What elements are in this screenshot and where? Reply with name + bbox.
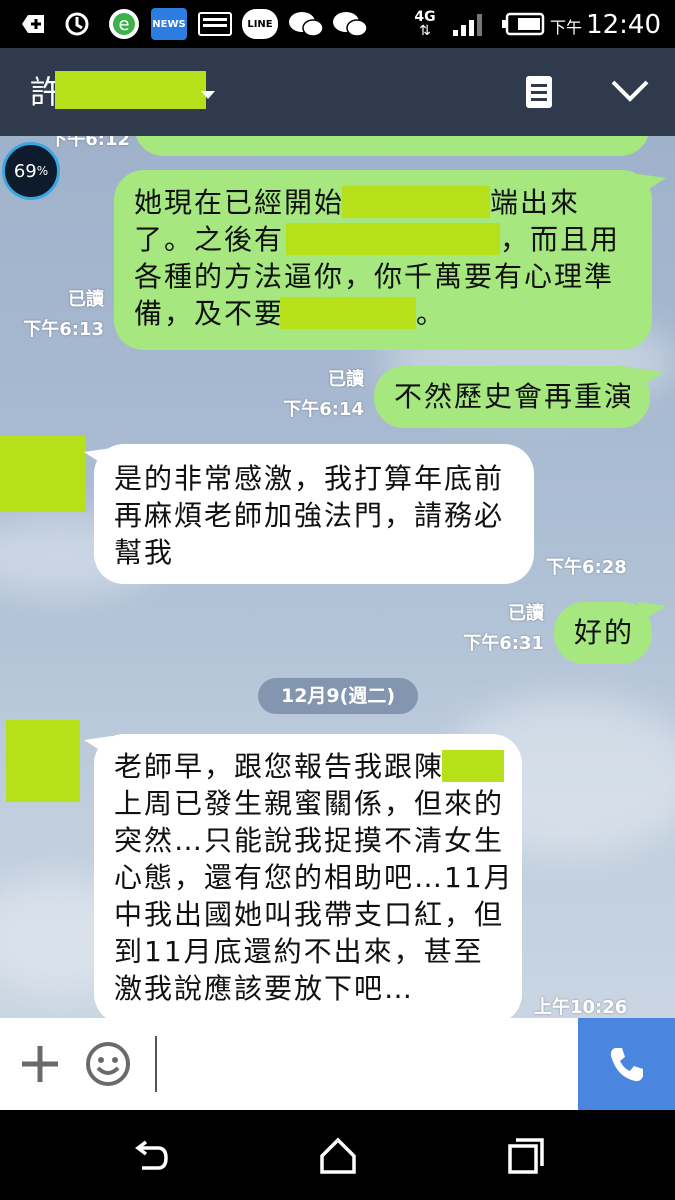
back-icon[interactable] [128,1134,172,1178]
bubble-tail [84,448,112,470]
navigation-bar [0,1110,675,1200]
signal-icon [450,8,490,40]
message-bubble-received[interactable]: 是的非常感激，我打算年底前 再麻煩老師加強法門，請務必 幫我 [94,444,534,584]
message-text: 激我說應該要放下吧… [114,972,415,1005]
redacted-name [55,71,206,109]
redacted-text [342,186,490,218]
recents-icon[interactable] [504,1134,548,1178]
message-text: 突然…只能說我捉摸不清女生 [114,824,505,857]
call-button[interactable] [578,1018,675,1110]
read-receipt: 已讀 [328,369,364,390]
redacted-text [442,750,504,782]
line-label: LINE [242,9,278,39]
bubble-tail [638,174,666,196]
wechat-icon [330,8,370,40]
message-text: 上周已發生親蜜關係，但來的 [114,787,505,820]
chat-header: 許 [0,48,675,136]
message-text: 中我出國她叫我帶支口紅，但 [114,898,505,931]
message-text: 各種的方法逼你，你千萬要有心理準 [134,260,615,293]
message-time: 下午6:31 [463,633,544,654]
message-text: 她現在已經開始 [134,186,345,219]
home-icon[interactable] [316,1134,360,1178]
message-text: 再麻煩老師加強法門，請務必 [114,499,505,532]
percent-overlay[interactable]: 69% [2,142,60,200]
message-text: 了。之後有 [134,223,285,256]
clock-ampm: 下午 [550,18,583,37]
news-icon: NEWS [150,8,188,40]
chevron-down-icon[interactable] [610,78,650,108]
message-bubble-sent[interactable]: 不然歷史會再重演 [374,366,650,428]
percent-value: 69 [13,160,37,182]
message-text: 老師早，跟您報告我跟陳 [114,750,445,783]
message-text: 備，及不要 [134,297,285,330]
dropdown-icon[interactable] [200,86,216,105]
redacted-text [280,297,416,329]
chat-area[interactable]: 下午6:12 69% 她現在已經開始 端出來 了。之後有 ，而且用 各種的方法逼… [0,136,675,1018]
clock-time: 12:40 [586,10,661,40]
message-line: 了。之後有 ，而且用 [134,221,652,258]
message-text: 。 [416,297,447,330]
emoji-icon[interactable] [84,1040,132,1088]
message-text: 幫我 [114,536,175,569]
wechat-icon [286,8,326,40]
message-input-bar [0,1018,675,1110]
message-time: 下午6:14 [283,399,364,420]
message-bubble-received[interactable]: 老師早，跟您報告我跟陳 上周已發生親蜜關係，但來的 突然…只能說我捉摸不清女生 … [94,734,522,1018]
message-bubble-sent[interactable] [134,136,650,156]
plus-icon[interactable] [18,1042,62,1086]
keyboard-icon [196,8,234,40]
message-text: 是的非常感激，我打算年底前 [114,462,505,495]
message-line: 各種的方法逼你，你千萬要有心理準 [134,258,652,295]
avatar[interactable] [0,436,86,512]
message-line: 她現在已經開始 端出來 [134,184,652,221]
battery-icon [500,8,548,40]
message-text: 心態，還有您的相助吧…11月 [114,861,514,894]
message-text: 到11月底還約不出來，甚至 [114,935,484,968]
redacted-text [286,223,500,255]
date-divider: 12月9(週二) [258,678,418,714]
message-input[interactable] [155,1036,572,1092]
browser-e-icon: e [104,8,144,40]
message-text: 端出來 [490,186,581,219]
read-receipt: 已讀 [508,603,544,624]
status-bar: e NEWS LINE 4G ⇅ 下午 12:40 [0,0,675,48]
avatar[interactable] [6,720,80,802]
message-time: 上午10:26 [534,997,628,1018]
network-indicator: 4G ⇅ [414,9,436,39]
message-line: 老師早，跟您報告我跟陳 [114,748,522,785]
notes-icon[interactable] [524,74,554,114]
line-icon: LINE [240,8,280,40]
message-line: 備，及不要 。 [134,295,652,332]
network-label: 4G [414,9,436,25]
bubble-tail [636,368,664,390]
message-text: ，而且用 [500,223,621,256]
bubble-tail [638,602,666,624]
percent-sign: % [36,164,49,178]
message-text: 好的 [574,616,635,649]
sync-icon [60,8,94,40]
clock: 下午 12:40 [550,8,661,40]
read-receipt: 已讀 [68,289,104,310]
bubble-tail [84,736,112,758]
phone-icon [610,1048,643,1082]
add-box-icon [16,8,50,40]
news-label: NEWS [151,8,187,40]
message-text: 不然歷史會再重演 [394,380,635,413]
svg-text:e: e [118,14,129,35]
message-bubble-sent[interactable]: 她現在已經開始 端出來 了。之後有 ，而且用 各種的方法逼你，你千萬要有心理準 … [114,170,652,350]
message-time: 下午6:28 [546,557,627,578]
message-time: 下午6:13 [23,319,104,340]
